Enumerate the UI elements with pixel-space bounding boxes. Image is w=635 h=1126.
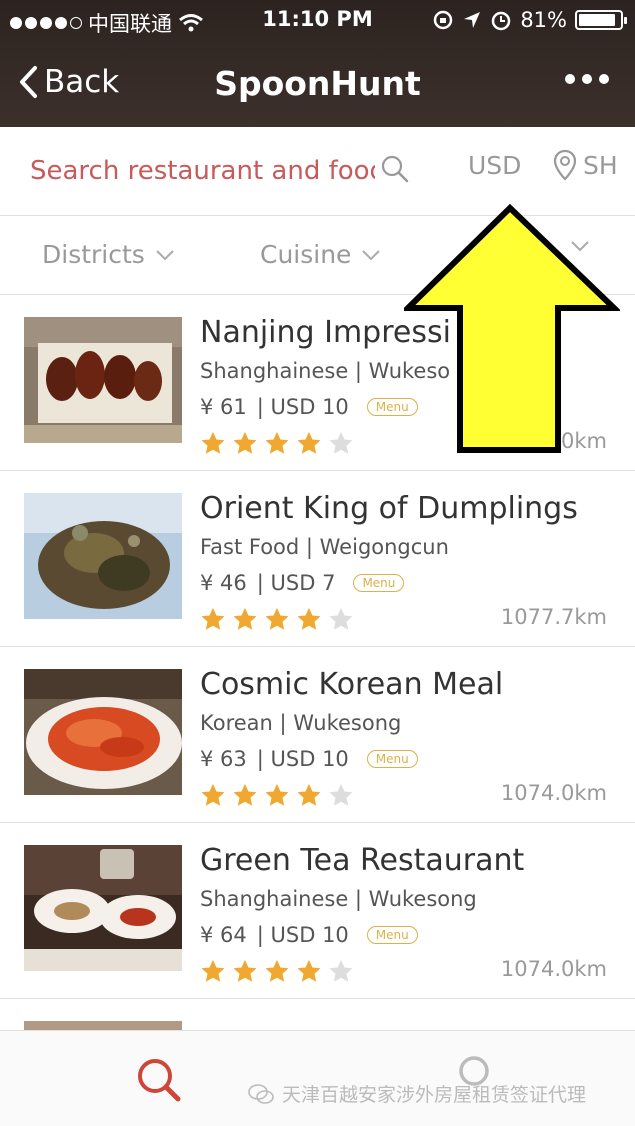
restaurant-price: ¥ 46 | USD 7 Menu <box>200 571 405 595</box>
location-arrow-icon <box>464 12 481 28</box>
rating-stars <box>200 431 354 455</box>
status-bar: 中国联通 11:10 PM 81% <box>0 0 635 40</box>
star-filled-icon <box>297 608 321 630</box>
search-row: USD SH <box>0 127 635 216</box>
location-pin-icon <box>553 149 577 181</box>
star-filled-icon <box>265 432 289 454</box>
filter-cuisine[interactable]: Cuisine <box>260 240 381 269</box>
city-selector[interactable]: SH <box>553 149 618 181</box>
restaurant-photo <box>24 317 182 443</box>
restaurant-photo <box>24 493 182 619</box>
filter-cuisine-label: Cuisine <box>260 240 352 269</box>
star-empty-icon <box>329 960 353 982</box>
currency-selector[interactable]: USD <box>468 151 521 180</box>
restaurant-price: ¥ 64 | USD 10 Menu <box>200 923 418 947</box>
star-filled-icon <box>297 960 321 982</box>
menu-badge[interactable]: Menu <box>366 750 418 768</box>
page-title: SpoonHunt <box>214 64 421 103</box>
watermark-text: 天津百越安家涉外房屋租赁签证代理 <box>282 1084 587 1106</box>
tab-search[interactable] <box>134 1055 184 1109</box>
restaurant-photo <box>24 669 182 795</box>
star-filled-icon <box>201 608 225 630</box>
restaurant-price: ¥ 61 | USD 10 Menu <box>200 395 418 419</box>
filter-districts[interactable]: Districts <box>42 240 175 269</box>
star-filled-icon <box>233 784 257 806</box>
rating-stars <box>200 959 354 983</box>
restaurant-distance: 1074.0km <box>500 957 607 981</box>
restaurant-distance: 1077.7km <box>500 605 607 629</box>
star-filled-icon <box>233 432 257 454</box>
rating-stars <box>200 783 354 807</box>
menu-badge[interactable]: Menu <box>353 574 405 592</box>
battery-percent: 81% <box>520 8 567 32</box>
rotation-lock-icon <box>434 10 453 30</box>
rating-stars <box>200 607 354 631</box>
search-input[interactable] <box>30 151 375 191</box>
star-filled-icon <box>233 608 257 630</box>
star-filled-icon <box>297 784 321 806</box>
price-cny: ¥ 64 <box>200 923 247 947</box>
filter-districts-label: Districts <box>42 240 145 269</box>
price-cny: ¥ 63 <box>200 747 247 771</box>
more-dots-icon[interactable] <box>565 74 609 84</box>
restaurant-photo <box>24 845 182 971</box>
restaurant-cuisine-district: Fast Food | Weigongcun <box>200 535 449 559</box>
alarm-icon <box>492 11 511 31</box>
star-empty-icon <box>329 784 353 806</box>
restaurant-name: Orient King of Dumplings <box>200 491 578 526</box>
star-filled-icon <box>297 432 321 454</box>
top-bar: 中国联通 11:10 PM 81% Back SpoonHunt <box>0 0 635 127</box>
price-cny: ¥ 46 <box>200 571 247 595</box>
battery-icon <box>575 10 627 30</box>
star-empty-icon <box>329 608 353 630</box>
restaurant-cuisine-district: Shanghainese | Wukesong <box>200 887 477 911</box>
menu-badge[interactable]: Menu <box>366 926 418 944</box>
chevron-down-icon <box>362 249 381 260</box>
price-usd: | USD 10 <box>256 747 349 771</box>
price-usd: | USD 7 <box>256 571 336 595</box>
restaurant-item[interactable]: Orient King of Dumplings Fast Food | Wei… <box>0 471 635 647</box>
restaurant-distance: 1074.0km <box>500 781 607 805</box>
price-usd: | USD 10 <box>256 923 349 947</box>
price-usd: | USD 10 <box>256 395 349 419</box>
star-filled-icon <box>265 784 289 806</box>
star-filled-icon <box>201 432 225 454</box>
restaurant-item[interactable]: Green Tea Restaurant Shanghainese | Wuke… <box>0 823 635 999</box>
wechat-icon <box>248 1083 274 1104</box>
price-cny: ¥ 61 <box>200 395 247 419</box>
star-filled-icon <box>265 608 289 630</box>
star-filled-icon <box>233 960 257 982</box>
search-icon[interactable] <box>380 154 410 184</box>
star-filled-icon <box>201 960 225 982</box>
restaurant-cuisine-district: Korean | Wukesong <box>200 711 402 735</box>
annotation-arrow-up-icon <box>404 204 620 453</box>
star-filled-icon <box>201 784 225 806</box>
restaurant-name: Cosmic Korean Meal <box>200 667 504 702</box>
city-label: SH <box>583 150 618 180</box>
star-filled-icon <box>265 960 289 982</box>
chevron-down-icon <box>156 249 174 260</box>
star-empty-icon <box>329 432 353 454</box>
watermark: 天津百越安家涉外房屋租赁签证代理 <box>248 1080 586 1107</box>
search-icon <box>138 1059 181 1102</box>
restaurant-item[interactable]: Cosmic Korean Meal Korean | Wukesong ¥ 6… <box>0 647 635 823</box>
restaurant-name: Green Tea Restaurant <box>200 843 525 878</box>
navigation-bar: Back SpoonHunt <box>0 40 635 127</box>
restaurant-price: ¥ 63 | USD 10 Menu <box>200 747 418 771</box>
bottom-tab-bar <box>0 1030 635 1126</box>
